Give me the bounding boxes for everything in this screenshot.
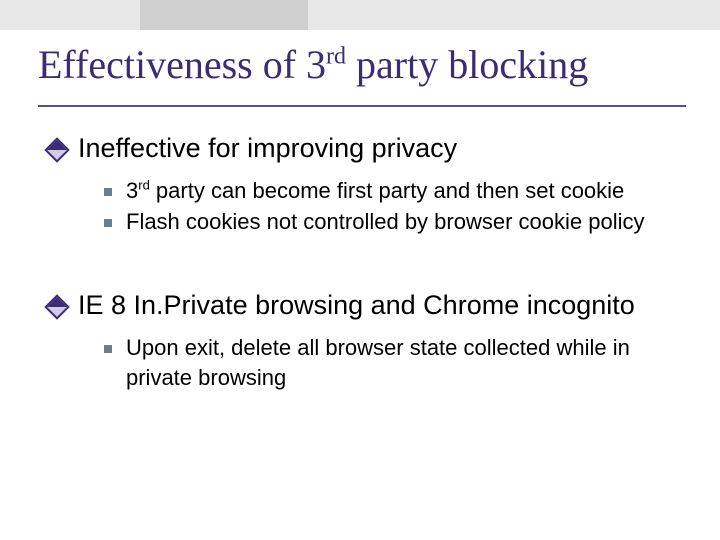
subbullets: Upon exit, delete all browser state coll… (104, 333, 688, 392)
subbullet-text: 3rd party can become first party and the… (126, 176, 624, 206)
sub-text-pre: Upon exit, delete all browser state coll… (126, 335, 630, 390)
subbullet-item: Flash cookies not controlled by browser … (104, 207, 688, 237)
bullet-row: IE 8 In.Private browsing and Chrome inco… (48, 289, 688, 323)
title-text-pre: Effectiveness of 3 (38, 42, 326, 87)
slide-body: Ineffective for improving privacy 3rd pa… (48, 132, 688, 418)
slide: Effectiveness of 3rd party blocking Inef… (0, 0, 720, 540)
bullet-level1: IE 8 In.Private browsing and Chrome inco… (48, 289, 688, 392)
subbullet-text: Flash cookies not controlled by browser … (126, 207, 644, 237)
spacer (48, 263, 688, 289)
subbullet-item: 3rd party can become first party and the… (104, 176, 688, 206)
sub-text-sup: rd (138, 177, 150, 192)
decorative-top-strip (0, 0, 720, 30)
diamond-bullet-icon (44, 137, 69, 162)
subbullet-text: Upon exit, delete all browser state coll… (126, 333, 646, 392)
decorative-top-block (140, 0, 308, 30)
bullet-level1: Ineffective for improving privacy 3rd pa… (48, 132, 688, 237)
sub-text-pre: 3 (126, 178, 138, 203)
bullet-text: Ineffective for improving privacy (78, 132, 457, 166)
square-bullet-icon (104, 188, 112, 196)
slide-title: Effectiveness of 3rd party blocking (38, 44, 688, 86)
square-bullet-icon (104, 345, 112, 353)
sub-text-post: party can become first party and then se… (150, 178, 624, 203)
bullet-text: IE 8 In.Private browsing and Chrome inco… (78, 289, 635, 323)
sub-text-pre: Flash cookies not controlled by browser … (126, 209, 644, 234)
subbullet-item: Upon exit, delete all browser state coll… (104, 333, 688, 392)
title-superscript: rd (326, 44, 346, 70)
title-text-post: party blocking (346, 42, 588, 87)
bullet-row: Ineffective for improving privacy (48, 132, 688, 166)
square-bullet-icon (104, 219, 112, 227)
subbullets: 3rd party can become first party and the… (104, 176, 688, 237)
title-underline (38, 105, 686, 107)
diamond-bullet-icon (44, 294, 69, 319)
